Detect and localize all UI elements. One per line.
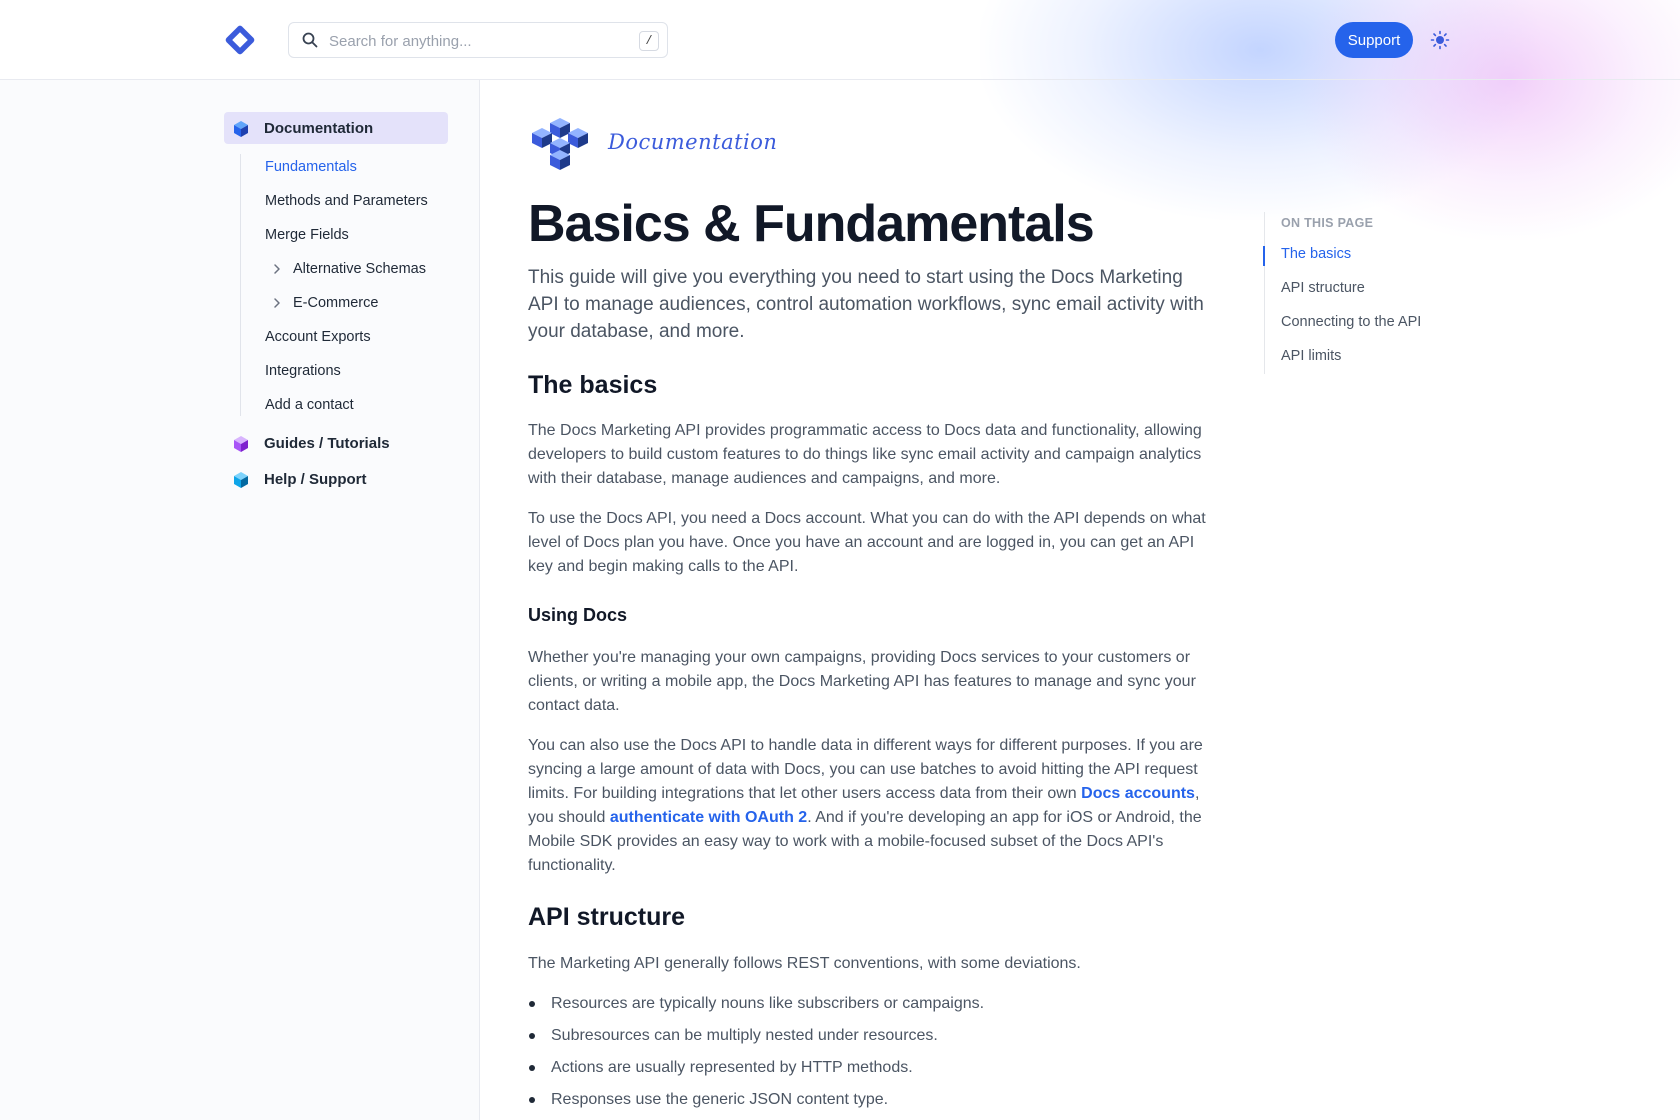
sidebar-section-help-support[interactable]: Help / Support: [224, 463, 448, 495]
page-title: Basics & Fundamentals: [528, 195, 1095, 253]
sidebar-item-alternative-schemas[interactable]: Alternative Schemas: [265, 257, 426, 281]
sidebar-subnav-line: [240, 154, 241, 416]
on-this-page-toc: ON THIS PAGE The basics API structure Co…: [1263, 212, 1464, 374]
sidebar-section-documentation[interactable]: Documentation: [224, 112, 448, 144]
sidebar-item-fundamentals[interactable]: Fundamentals: [265, 155, 357, 179]
cube-icon: [232, 120, 250, 138]
heading-api-structure: API structure: [528, 903, 685, 931]
toc-heading: ON THIS PAGE: [1281, 216, 1374, 230]
search-shortcut-key: /: [639, 31, 659, 51]
documentation-brand: Documentation: [528, 116, 777, 172]
sidebar-item-add-a-contact[interactable]: Add a contact: [265, 393, 354, 417]
sidebar-section-label: Guides / Tutorials: [264, 434, 390, 452]
cube-icon: [232, 435, 250, 453]
toc-item-the-basics[interactable]: The basics: [1281, 246, 1351, 262]
sidebar-section-label: Help / Support: [264, 470, 367, 488]
sidebar-item-methods-and-parameters[interactable]: Methods and Parameters: [265, 189, 428, 213]
heading-using-docs: Using Docs: [528, 605, 628, 625]
list-item: Actions are usually represented by HTTP …: [528, 1056, 1208, 1088]
toc-item-api-structure[interactable]: API structure: [1281, 280, 1365, 296]
paragraph: Whether you're managing your own campaig…: [528, 649, 1196, 714]
list-item: Subresources can be multiply nested unde…: [528, 1024, 1208, 1056]
cube-icon: [232, 471, 250, 489]
brand-label: Documentation: [608, 130, 778, 154]
oauth-link[interactable]: authenticate with OAuth 2: [610, 809, 807, 826]
paragraph-with-links: You can also use the Docs API to handle …: [528, 734, 1218, 878]
sidebar-section-label: Documentation: [264, 119, 374, 137]
sidebar-item-merge-fields[interactable]: Merge Fields: [265, 223, 349, 247]
paragraph: The Docs Marketing API provides programm…: [528, 422, 1202, 487]
bullet-list: Resources are typically nouns like subsc…: [528, 992, 1208, 1120]
cubes-logo-icon: [528, 116, 594, 177]
search-icon: [301, 31, 319, 49]
paragraph: To use the Docs API, you need a Docs acc…: [528, 510, 1206, 575]
chevron-right-icon: [271, 263, 283, 275]
list-item: Resources are typically nouns like subsc…: [528, 992, 1208, 1024]
sidebar-item-e-commerce[interactable]: E-Commerce: [265, 291, 378, 315]
chevron-right-icon: [271, 297, 283, 309]
lead-paragraph: This guide will give you everything you …: [528, 267, 1204, 342]
paragraph: The Marketing API generally follows REST…: [528, 955, 1081, 972]
sidebar-item-integrations[interactable]: Integrations: [265, 359, 341, 383]
sidebar-item-label: E-Commerce: [293, 295, 379, 311]
heading-the-basics: The basics: [528, 371, 658, 399]
search-input[interactable]: [329, 29, 609, 53]
top-header: / Support: [0, 0, 1680, 80]
toc-divider: [1264, 212, 1265, 374]
sidebar-section-guides-tutorials[interactable]: Guides / Tutorials: [224, 427, 448, 459]
sidebar-item-account-exports[interactable]: Account Exports: [265, 325, 371, 349]
toc-active-marker: [1263, 246, 1265, 266]
support-button[interactable]: Support: [1335, 22, 1413, 58]
sidebar-item-label: Alternative Schemas: [293, 261, 426, 277]
docs-accounts-link[interactable]: Docs accounts: [1081, 785, 1195, 802]
toc-item-api-limits[interactable]: API limits: [1281, 348, 1341, 364]
sun-icon[interactable]: [1428, 28, 1452, 52]
list-item: Responses use the generic JSON content t…: [528, 1088, 1208, 1120]
logo-icon[interactable]: [224, 24, 256, 56]
toc-item-connecting-to-the-api[interactable]: Connecting to the API: [1281, 314, 1421, 330]
search-box[interactable]: /: [288, 22, 668, 58]
